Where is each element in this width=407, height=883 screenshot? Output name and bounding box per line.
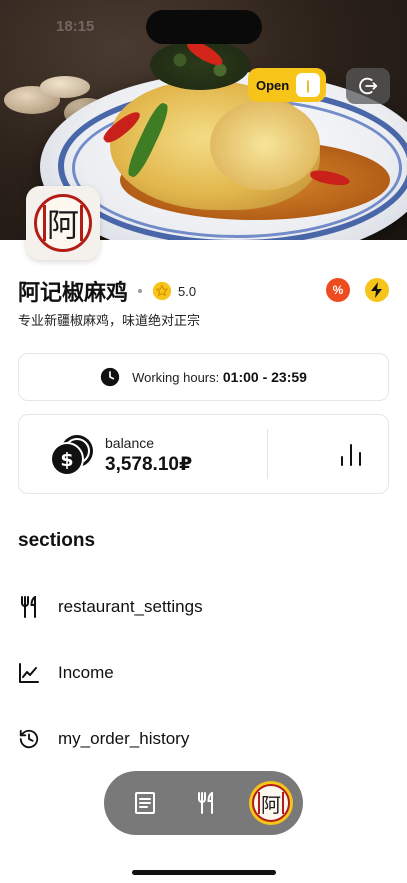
section-label: restaurant_settings bbox=[58, 597, 203, 616]
logout-button[interactable] bbox=[346, 68, 390, 104]
history-icon bbox=[18, 728, 40, 750]
working-hours-card: Working hours: 01:00 - 23:59 bbox=[18, 353, 389, 401]
section-label: my_order_history bbox=[58, 729, 190, 748]
logout-icon bbox=[359, 77, 378, 95]
line-chart-icon bbox=[18, 662, 40, 684]
open-toggle-label: Open bbox=[256, 77, 290, 93]
status-time: 18:15 bbox=[56, 18, 95, 35]
nav-orders[interactable] bbox=[123, 781, 167, 825]
restaurant-logo: 阿 bbox=[26, 186, 100, 260]
balance-value: 3,578.10₽ bbox=[105, 454, 193, 475]
working-hours-label: Working hours: bbox=[132, 370, 220, 385]
working-hours-value: 01:00 - 23:59 bbox=[222, 369, 307, 385]
clock-icon bbox=[100, 367, 120, 387]
working-hours-text: Working hours: 01:00 - 23:59 bbox=[132, 369, 307, 385]
section-order-history[interactable]: my_order_history bbox=[18, 722, 388, 756]
flash-icon[interactable] bbox=[365, 278, 389, 302]
rating-value: 5.0 bbox=[178, 283, 197, 299]
open-toggle[interactable]: Open | bbox=[248, 68, 326, 102]
orders-icon bbox=[135, 792, 155, 814]
sections-title: sections bbox=[18, 530, 96, 551]
restaurant-description: 专业新疆椒麻鸡，味道绝对正宗 bbox=[18, 313, 201, 328]
section-label: Income bbox=[58, 663, 114, 682]
decor-stone bbox=[40, 76, 90, 98]
toggle-knob-icon: | bbox=[296, 73, 320, 97]
bottom-nav: 阿 bbox=[104, 771, 303, 835]
logo-char: 阿 bbox=[46, 206, 79, 244]
dynamic-island bbox=[146, 10, 262, 44]
profile-avatar: 阿 bbox=[249, 781, 293, 825]
discount-icon[interactable]: % bbox=[326, 278, 350, 302]
restaurant-name: 阿记椒麻鸡 bbox=[18, 280, 129, 305]
bar-chart-icon[interactable] bbox=[339, 443, 363, 467]
dot-separator bbox=[138, 289, 143, 293]
coins-icon: $ bbox=[50, 435, 93, 476]
home-indicator bbox=[132, 870, 276, 875]
divider bbox=[267, 429, 268, 479]
fork-knife-icon bbox=[18, 596, 40, 618]
nav-menu[interactable] bbox=[184, 781, 228, 825]
fork-knife-icon bbox=[198, 792, 213, 814]
svg-text:$: $ bbox=[60, 449, 73, 471]
balance-label: balance bbox=[105, 435, 155, 451]
section-income[interactable]: Income bbox=[18, 656, 388, 690]
nav-profile[interactable]: 阿 bbox=[249, 781, 293, 825]
avatar-char: 阿 bbox=[261, 792, 281, 817]
section-restaurant-settings[interactable]: restaurant_settings bbox=[18, 590, 388, 624]
balance-card[interactable]: $ balance 3,578.10₽ bbox=[18, 414, 389, 494]
star-icon bbox=[152, 281, 172, 301]
